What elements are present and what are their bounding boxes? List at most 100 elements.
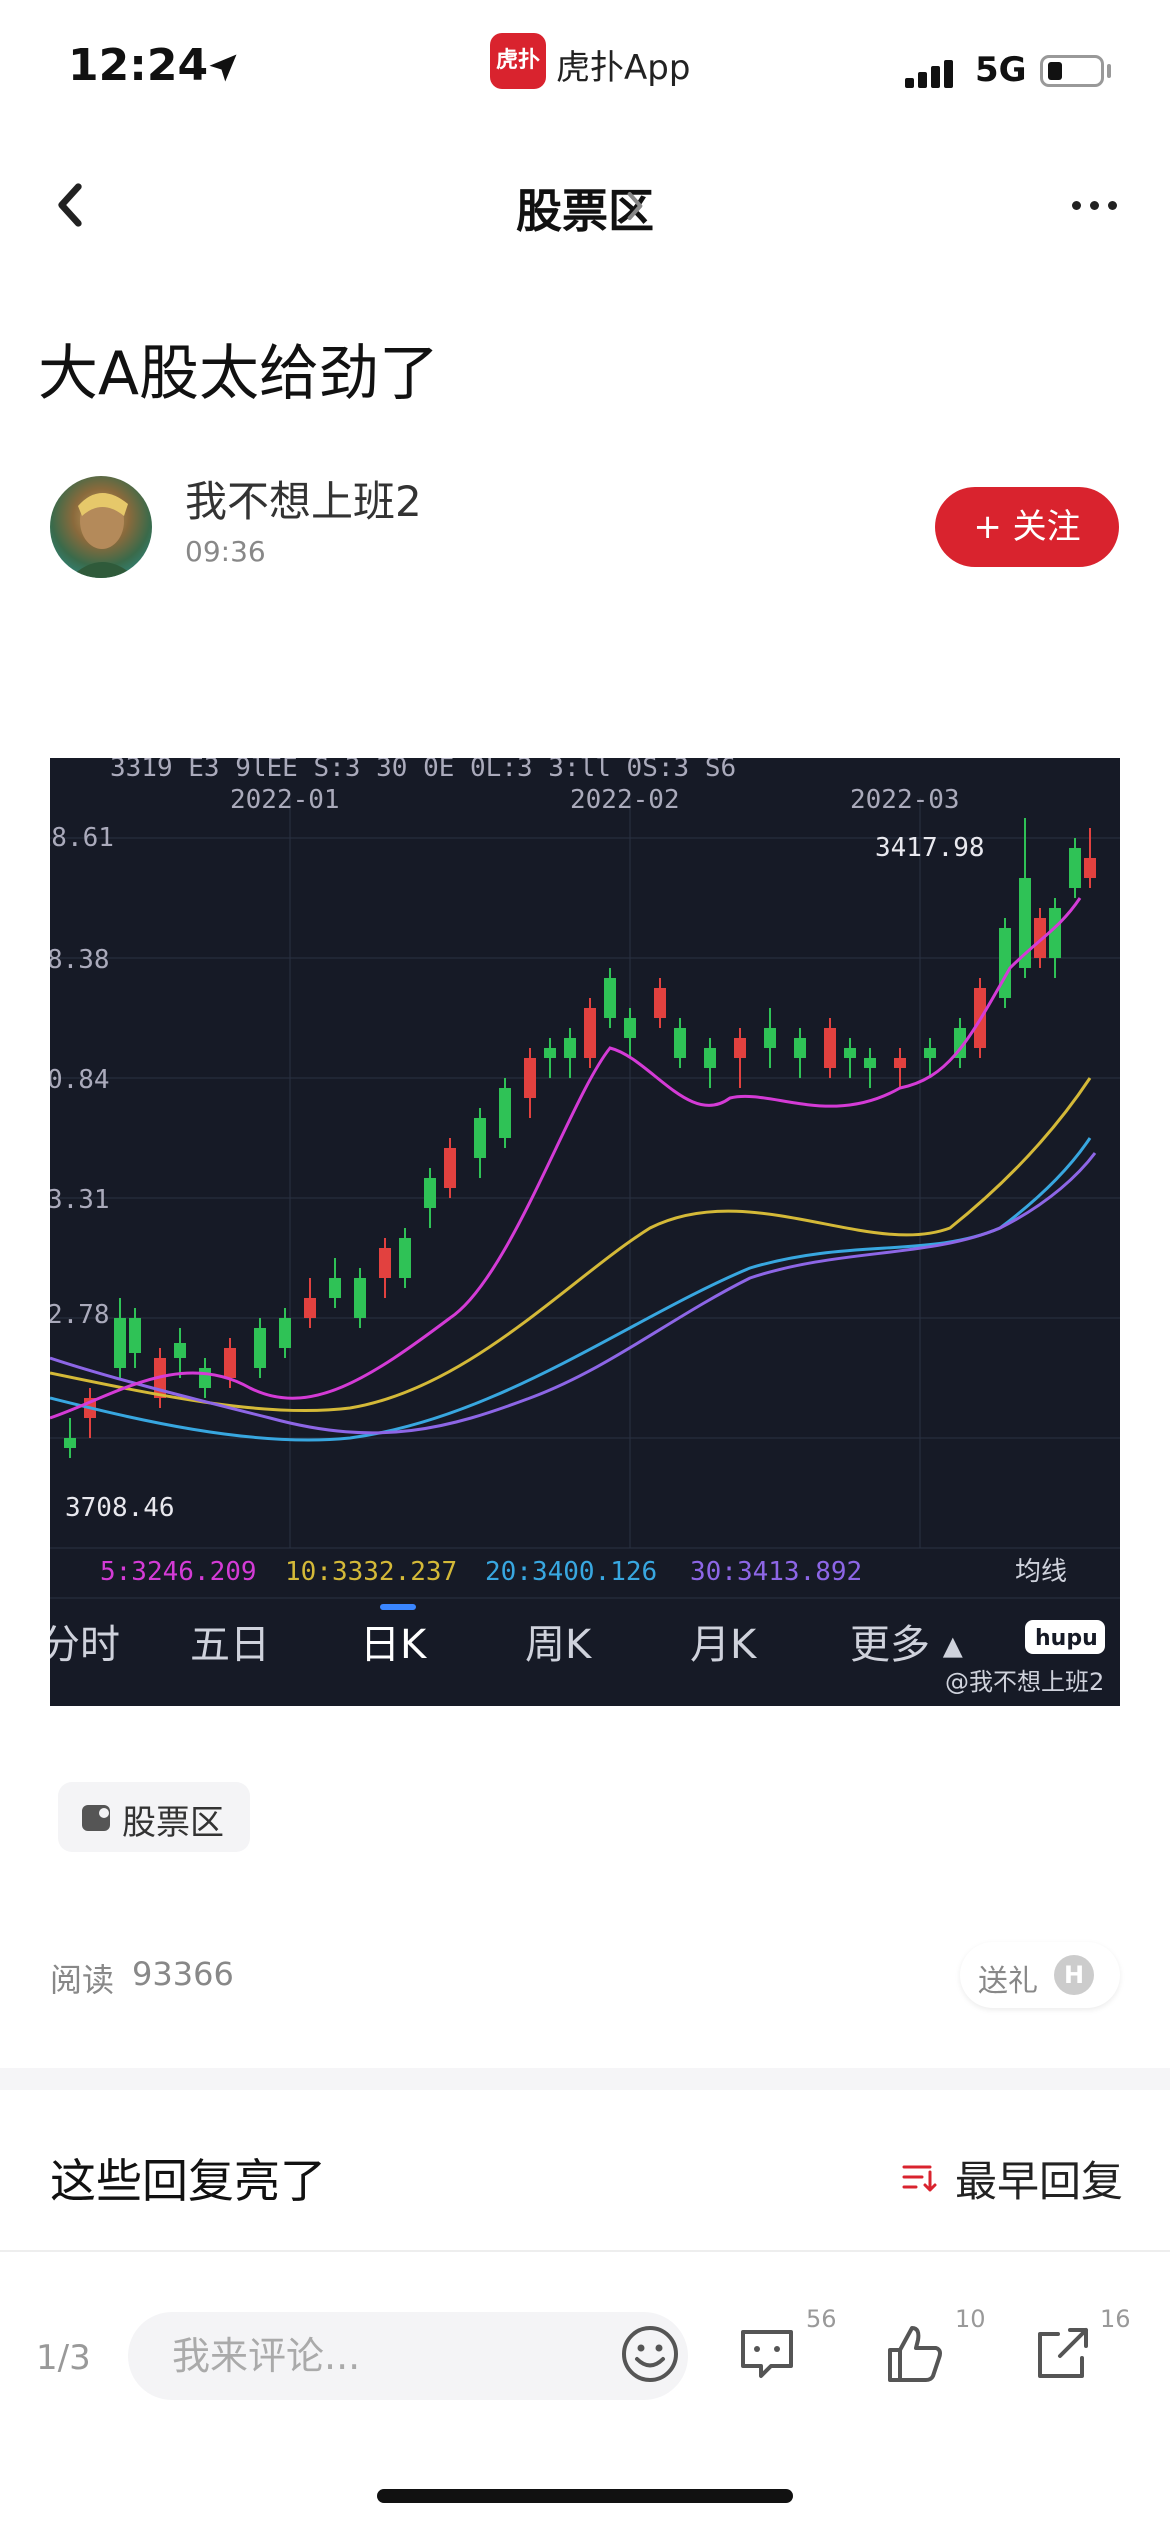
sort-button[interactable]: 最早回复	[955, 2148, 1123, 2209]
share-icon[interactable]	[1030, 2322, 1094, 2386]
candle-body	[764, 1028, 776, 1048]
coin-icon: H	[1054, 1955, 1094, 1995]
candle-body	[1084, 858, 1096, 878]
more-dot	[1090, 201, 1099, 210]
like-count: 10	[955, 2305, 986, 2333]
chart-y-label: 3L8.61	[50, 823, 114, 853]
read-label: 阅读	[50, 1961, 115, 1999]
thumbs-up-icon[interactable]	[882, 2320, 946, 2386]
chart-y-labels: 3L8.61 3438.38 3480.84 3613.31 3372.78	[50, 823, 114, 1330]
ma-readout: 10:3332.237	[285, 1557, 457, 1587]
candle-body	[224, 1348, 236, 1378]
home-indicator[interactable]	[377, 2489, 793, 2503]
comment-input[interactable]	[128, 2312, 688, 2400]
candle-body	[654, 988, 666, 1018]
chart-low-label: 3708.46	[65, 1493, 175, 1523]
post-image[interactable]: 3319 E3 9lEE S:3 30 0E 0L:3 3:ll 0S:3 S6…	[50, 758, 1120, 1706]
candle-body	[64, 1438, 76, 1448]
chart-y-label: 3372.78	[50, 1300, 110, 1330]
replies-section-title: 这些回复亮了	[50, 2154, 326, 2208]
candle-body	[474, 1118, 486, 1158]
candlestick-group	[64, 818, 1096, 1458]
candle-body	[864, 1058, 876, 1068]
chart-date-label: 2022-02	[570, 785, 680, 815]
page-title[interactable]: 股票区	[0, 175, 1170, 241]
ma-readout: 5:3246.209	[100, 1557, 257, 1587]
more-dot	[1072, 201, 1081, 210]
candle-body	[279, 1318, 291, 1348]
read-count: 93366	[132, 1955, 234, 1993]
chart-grid	[50, 798, 1120, 1548]
ma-readout: 均线	[1015, 1557, 1067, 1587]
chart-header-text: 3319 E3 9lEE S:3 30 0E 0L:3 3:ll 0S:3 S6	[110, 758, 736, 783]
candle-body	[254, 1328, 266, 1368]
author-name[interactable]: 我不想上班2	[185, 468, 422, 529]
chart-high-label: 3417.98	[875, 833, 985, 863]
battery-level	[1048, 62, 1062, 80]
chart-tab: 更多 ▴	[850, 1622, 963, 1668]
avatar-figure	[70, 492, 136, 578]
chart-tab: 五日	[190, 1622, 270, 1668]
candle-body	[844, 1048, 856, 1058]
candle-body	[129, 1318, 141, 1353]
gift-label: 送礼	[978, 1964, 1038, 1999]
app-logo-icon: 虎扑	[490, 33, 546, 89]
section-divider	[0, 2068, 1170, 2090]
chart-y-label: 3438.38	[50, 945, 110, 975]
candle-body	[674, 1028, 686, 1058]
candle-body	[304, 1298, 316, 1318]
topic-tag-label: 股票区	[122, 1803, 224, 1843]
candle-body	[544, 1048, 556, 1058]
candle-body	[199, 1368, 211, 1388]
ma-readout: 30:3413.892	[690, 1557, 862, 1587]
avatar[interactable]	[50, 476, 152, 578]
post-time: 09:36	[185, 535, 266, 568]
comment-bubble-icon[interactable]	[735, 2322, 799, 2386]
chart-tab: 周K	[525, 1622, 593, 1668]
candle-body	[604, 978, 616, 1018]
sort-icon[interactable]	[900, 2158, 938, 2196]
ma30-line	[50, 1152, 1097, 1435]
comment-count: 56	[806, 2305, 837, 2333]
candle-body	[329, 1278, 341, 1298]
chart-y-label: 3480.84	[50, 1065, 110, 1095]
chart-y-label: 3613.31	[50, 1185, 110, 1215]
candle-body	[379, 1248, 391, 1278]
candle-body	[354, 1278, 366, 1318]
follow-button[interactable]: + 关注	[935, 487, 1119, 567]
stock-chart-image: 3319 E3 9lEE S:3 30 0E 0L:3 3:ll 0S:3 S6…	[50, 758, 1120, 1696]
more-button[interactable]	[1070, 195, 1120, 215]
candle-body	[824, 1028, 836, 1068]
bottom-bar-divider	[0, 2250, 1170, 2252]
candle-body	[424, 1178, 436, 1208]
candle-body	[999, 928, 1011, 998]
status-time: 12:24	[68, 40, 209, 91]
candle-body	[564, 1038, 576, 1058]
candle-body	[1069, 848, 1081, 888]
hupu-logo-text: hupu	[1035, 1626, 1098, 1651]
chevron-right-icon	[627, 192, 643, 220]
page-indicator[interactable]: 1/3	[36, 2338, 91, 2378]
share-count: 16	[1100, 2305, 1131, 2333]
more-dot	[1108, 201, 1117, 210]
candle-body	[174, 1343, 186, 1358]
chart-tab: 日K	[360, 1622, 428, 1668]
candle-body	[704, 1048, 716, 1068]
ma-readout: 20:3400.126	[485, 1557, 657, 1587]
topic-tag-icon	[82, 1805, 110, 1831]
chart-tab: 月K	[690, 1622, 758, 1668]
signal-bars-icon	[905, 58, 955, 88]
image-watermark: @我不想上班2	[945, 1668, 1104, 1696]
candle-body	[444, 1148, 456, 1188]
candle-body	[794, 1038, 806, 1058]
candle-body	[924, 1048, 936, 1058]
chart-date-label: 2022-03	[850, 785, 960, 815]
chart-tab: 分时	[50, 1622, 120, 1668]
candle-body	[499, 1088, 511, 1138]
location-arrow-icon	[209, 54, 237, 82]
emoji-icon[interactable]	[618, 2322, 682, 2386]
battery-cap	[1107, 64, 1111, 78]
active-tab-indicator	[380, 1604, 416, 1610]
post-title: 大A股太给劲了	[38, 339, 440, 409]
app-name: 虎扑App	[556, 48, 691, 88]
